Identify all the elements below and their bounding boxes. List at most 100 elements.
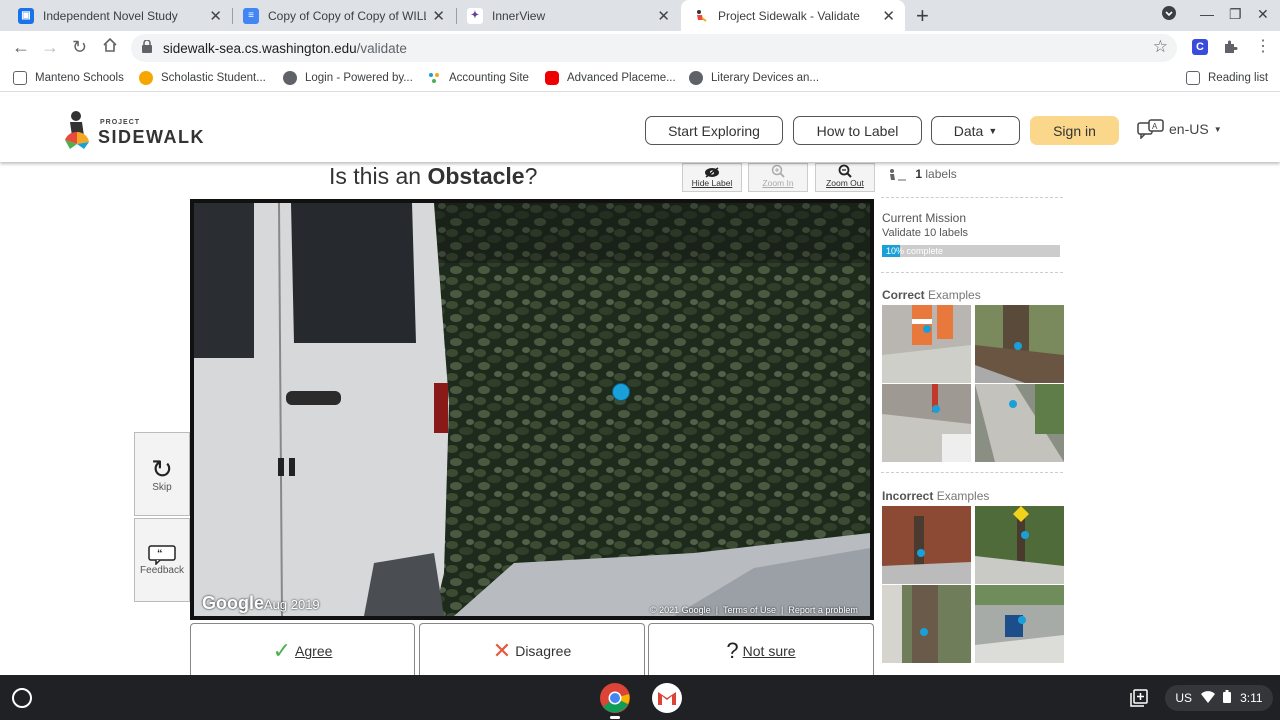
eye-slash-icon	[705, 167, 719, 178]
skip-button[interactable]: ↻ Skip	[134, 432, 190, 516]
incorrect-example-thumbnail[interactable]	[882, 506, 971, 584]
not-sure-label: Not sure	[742, 642, 796, 659]
scholastic-icon	[139, 71, 153, 85]
label-dot	[1018, 616, 1026, 624]
panel-divider	[881, 197, 1063, 198]
tote-icon[interactable]	[1130, 689, 1148, 707]
feedback-speech-icon: “	[148, 544, 176, 565]
youtube-icon	[545, 71, 559, 85]
bookmark-advanced-placement[interactable]: Advanced Placeme...	[545, 71, 676, 85]
bookmark-manteno-schools[interactable]: Manteno Schools	[13, 71, 124, 85]
chrome-app-icon[interactable]	[599, 682, 631, 714]
zoom-out-text: Zoom Out	[826, 178, 864, 188]
browser-menu-icon[interactable]: ⋮	[1255, 39, 1271, 55]
tab-independent-novel-study[interactable]: ▣ Independent Novel Study ✕	[0, 0, 232, 31]
hide-label-text: Hide Label	[691, 178, 733, 188]
mission-progress-bar: 10% complete	[882, 245, 1060, 257]
bookmark-label: Accounting Site	[449, 72, 529, 84]
bookmark-accounting[interactable]: Accounting Site	[427, 71, 529, 85]
bookmark-label: Manteno Schools	[35, 72, 124, 84]
obstacle-label-marker[interactable]	[612, 383, 630, 401]
incorrect-example-thumbnail[interactable]	[975, 506, 1064, 584]
correct-example-thumbnail[interactable]	[882, 305, 971, 383]
zoom-in-button[interactable]: Zoom In	[748, 163, 808, 192]
current-mission-title: Current Mission	[882, 211, 967, 225]
address-bar[interactable]: sidewalk-sea.cs.washington.edu/validate …	[131, 34, 1177, 62]
bookmark-literary-devices[interactable]: Literary Devices an...	[689, 71, 819, 85]
browser-toolbar: ← → ↻ sidewalk-sea.cs.washington.edu/val…	[0, 31, 1280, 64]
input-method-label: US	[1175, 691, 1193, 705]
forward-icon[interactable]: →	[41, 37, 59, 58]
close-icon[interactable]: ✕	[209, 7, 222, 25]
bookmark-label: Scholastic Student...	[161, 72, 266, 84]
sign-in-button[interactable]: Sign in	[1030, 116, 1119, 145]
start-exploring-button[interactable]: Start Exploring	[645, 116, 783, 145]
tab-title: Independent Novel Study	[43, 8, 178, 23]
google-logo: Google	[202, 593, 264, 613]
close-icon[interactable]: ✕	[882, 7, 895, 25]
language-label: en-US	[1169, 121, 1209, 137]
bookmark-login[interactable]: Login - Powered by...	[283, 71, 413, 85]
report-problem-link[interactable]: Report a problem	[788, 605, 858, 615]
close-window-icon[interactable]: ✕	[1257, 6, 1269, 23]
logo-project-text: PROJECT	[100, 119, 141, 126]
validation-question: Is this an Obstacle?	[329, 163, 538, 189]
label-dot	[1009, 400, 1017, 408]
tab-search-icon[interactable]	[1162, 6, 1176, 23]
correct-example-thumbnail[interactable]	[975, 384, 1064, 462]
tab-strip: ▣ Independent Novel Study ✕ ≡ Copy of Co…	[0, 0, 1280, 31]
zoom-out-button[interactable]: Zoom Out	[815, 163, 875, 192]
bookmark-star-icon[interactable]: ☆	[1153, 37, 1168, 57]
system-status-tray[interactable]: US 3:11	[1165, 685, 1273, 711]
accounting-icon	[427, 71, 441, 85]
incorrect-example-thumbnail[interactable]	[882, 585, 971, 663]
feedback-label: Feedback	[140, 564, 184, 576]
terms-of-use-link[interactable]: Terms of Use	[723, 605, 776, 615]
close-icon[interactable]: ✕	[657, 7, 670, 25]
skip-label: Skip	[152, 481, 172, 493]
data-dropdown-button[interactable]: Data ▼	[931, 116, 1020, 145]
bookmark-scholastic[interactable]: Scholastic Student...	[139, 71, 266, 85]
correct-example-thumbnail[interactable]	[975, 305, 1064, 383]
data-label: Data	[953, 122, 984, 139]
restore-icon[interactable]: ❐	[1229, 6, 1242, 23]
label-dot	[917, 549, 925, 557]
agree-button[interactable]: ✓ Agree	[190, 623, 415, 677]
reading-list-label: Reading list	[1208, 72, 1269, 84]
incorrect-example-thumbnail[interactable]	[975, 585, 1064, 663]
back-icon[interactable]: ←	[12, 37, 30, 58]
label-count-suffix: labels	[925, 167, 957, 181]
home-icon[interactable]	[102, 37, 118, 58]
extensions-puzzle-icon[interactable]	[1222, 39, 1238, 55]
question-mark-icon: ?	[726, 637, 739, 663]
correct-example-thumbnail[interactable]	[882, 384, 971, 462]
reload-icon[interactable]: ↻	[72, 37, 87, 58]
disagree-button[interactable]: ✕ Disagree	[419, 623, 645, 677]
feedback-button[interactable]: “ Feedback	[134, 518, 190, 602]
active-app-indicator	[610, 716, 620, 719]
new-tab-icon[interactable]: +	[916, 3, 929, 29]
launcher-icon[interactable]	[12, 688, 32, 708]
hide-label-button[interactable]: Hide Label	[682, 163, 742, 192]
current-mission-description: Validate 10 labels	[882, 227, 969, 239]
gmail-app-icon[interactable]	[651, 683, 683, 713]
tab-innerview[interactable]: ✦ InnerView ✕	[457, 0, 680, 31]
logo-sidewalk-text: SIDEWALK	[98, 127, 206, 147]
language-selector[interactable]: A en-US ▼	[1137, 119, 1222, 139]
tab-copy-of-copy[interactable]: ≡ Copy of Copy of Copy of WILLIA ✕	[233, 0, 455, 31]
battery-icon	[1223, 690, 1232, 706]
bookmark-label: Login - Powered by...	[305, 72, 413, 84]
label-count: 1 labels	[888, 167, 957, 182]
not-sure-button[interactable]: ? Not sure	[648, 623, 874, 677]
extension-c-icon[interactable]: C	[1192, 39, 1208, 55]
panel-divider	[881, 272, 1063, 273]
project-sidewalk-logo[interactable]: PROJECT SIDEWALK	[62, 110, 212, 150]
minimize-icon[interactable]: —	[1200, 6, 1214, 22]
close-icon[interactable]: ✕	[432, 7, 445, 25]
how-to-label-button[interactable]: How to Label	[793, 116, 922, 145]
tab-project-sidewalk[interactable]: Project Sidewalk - Validate ✕	[681, 0, 905, 31]
reading-list-button[interactable]: Reading list	[1186, 71, 1268, 85]
x-mark-icon: ✕	[492, 637, 512, 663]
globe-icon	[283, 71, 297, 85]
street-view-panorama[interactable]: Google Aug 2019 © 2021 Google | Terms of…	[190, 199, 874, 620]
